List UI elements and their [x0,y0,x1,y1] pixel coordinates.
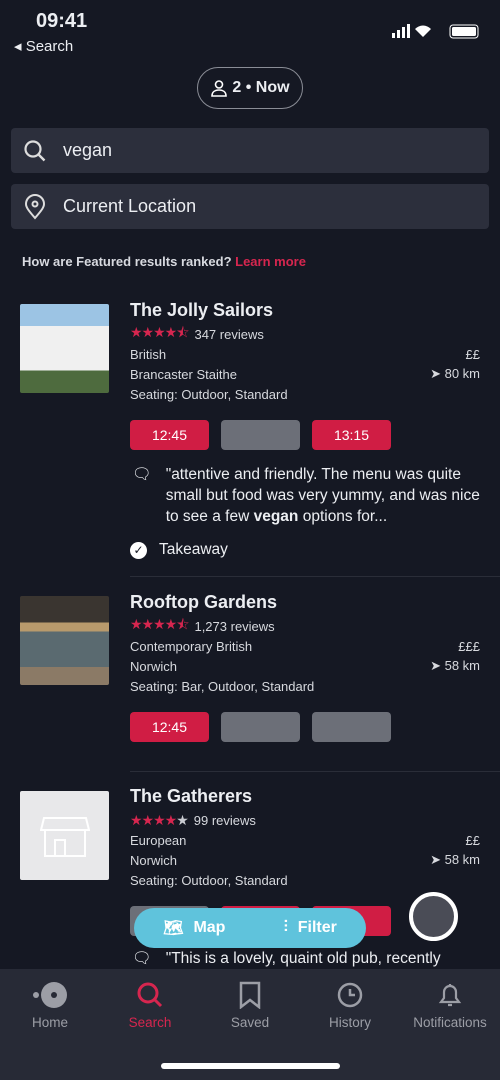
filter-button[interactable]: ⫶ Filter [284,919,337,937]
time-slot-unavailable [312,712,391,742]
seating: Seating: Bar, Outdoor, Standard [130,678,315,694]
location: Brancaster Staithe [130,366,237,382]
party-time-selector[interactable]: 2 • Now [197,67,303,109]
search-value: vegan [63,140,113,160]
cuisine: British [130,346,167,362]
review-snippet: "This is a lovely, quaint old pub, recen… [165,950,441,967]
cuisine: Contemporary British [130,638,253,654]
review-count: 99 reviews [193,812,256,828]
location: Norwich [130,852,177,868]
distance: ➤ 58 km [430,658,480,674]
status-time: 09:41 [36,10,88,32]
star-rating: ★★★★★ [130,811,189,828]
seating: Seating: Outdoor, Standard [130,386,288,402]
tab-notifications[interactable]: Notifications [400,969,500,1080]
distance: ➤ 80 km [430,366,480,382]
tab-home[interactable]: Home [0,969,100,1080]
price: £££ [458,638,480,654]
search-input[interactable]: vegan [11,128,489,173]
party-label: 2 • Now [232,79,290,96]
restaurant-photo [20,596,109,685]
location: Norwich [130,658,177,674]
review-count: 347 reviews [194,326,264,342]
search-icon [137,982,163,1008]
time-slot[interactable]: 12:45 [130,420,209,450]
location-input[interactable]: Current Location [11,184,489,229]
distance-value: 58 km [444,658,480,673]
person-icon [211,80,228,97]
ranking-info: How are Featured results ranked? Learn m… [22,254,306,269]
map-button[interactable]: 🗺 Map [163,918,225,938]
star-rating: ★★★★⯪ [130,616,189,632]
time-slot-unavailable [221,420,300,450]
time-slot[interactable]: 13:15 [312,420,391,450]
navigation-arrow-icon: ➤ [430,658,445,673]
map-filter-bar: 🗺 Map ⫶ Filter [134,908,366,948]
sliders-icon: ⫶ [283,919,288,936]
review-snippet: "attentive and friendly. The menu was qu… [165,466,480,525]
cuisine: European [130,832,187,848]
review-count: 1,273 reviews [194,618,275,634]
clock-icon [337,982,363,1008]
check-circle-icon: ✓ [130,541,147,559]
seating: Seating: Outdoor, Standard [130,872,288,888]
distance: ➤ 58 km [430,852,480,868]
map-icon: 🗺 [163,920,184,937]
comment-icon: 🗨 [132,466,152,483]
bookmark-icon [239,981,261,1009]
home-icon [33,982,67,1008]
back-to-search[interactable]: ◂ Search [14,37,73,55]
location-pin-icon [24,193,46,220]
location-value: Current Location [63,196,197,216]
time-slot[interactable]: 12:45 [130,712,209,742]
floating-action-button[interactable] [409,892,458,941]
star-rating: ★★★★⯪ [130,324,189,340]
placeholder-storefront-icon [20,791,109,880]
price: ££ [465,832,480,848]
status-icons [392,24,479,39]
restaurant-name[interactable]: The Jolly Sailors [130,300,480,324]
navigation-arrow-icon: ➤ [430,852,445,867]
time-slot-unavailable [221,712,300,742]
distance-value: 58 km [444,852,480,867]
feature-label: Takeaway [159,541,228,558]
restaurant-name[interactable]: The Gatherers [130,786,480,810]
ranking-text: How are Featured results ranked? [22,254,236,269]
back-label: Search [25,38,74,55]
restaurant-name[interactable]: Rooftop Gardens [130,592,480,616]
divider [130,771,500,772]
divider [130,576,500,577]
distance-value: 80 km [444,366,480,381]
restaurant-photo [20,304,109,393]
price: ££ [465,346,480,362]
home-indicator[interactable] [161,1063,340,1069]
search-icon [24,139,46,161]
bell-icon [438,984,462,1007]
comment-icon: 🗨 [132,950,152,967]
navigation-arrow-icon: ➤ [430,366,445,381]
learn-more-link[interactable]: Learn more [235,254,306,269]
